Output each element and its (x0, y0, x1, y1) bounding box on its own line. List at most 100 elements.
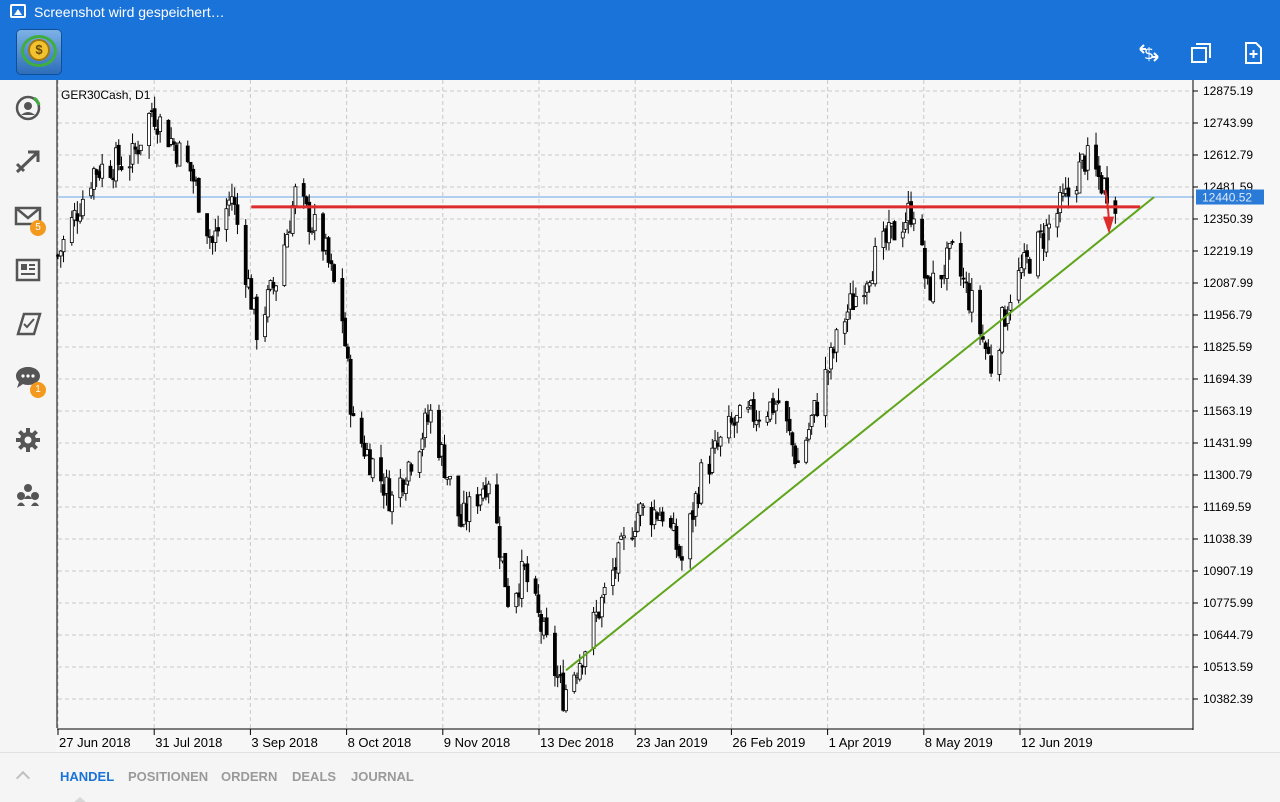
candle-body (986, 346, 991, 354)
new-document-icon[interactable] (1240, 40, 1266, 66)
tab-journal[interactable]: JOURNAL (351, 769, 414, 784)
chevron-up-icon[interactable] (15, 770, 31, 786)
candle-body (751, 399, 756, 422)
metatrader-logo-icon[interactable]: $ (16, 29, 62, 75)
candle-body (1077, 161, 1082, 194)
price-tick-label: 10513.59 (1203, 660, 1253, 674)
status-text: Screenshot wird gespeichert… (34, 4, 225, 20)
candle-body (191, 168, 196, 182)
current-price-marker: 12440.52 (1196, 189, 1264, 205)
candle-body (503, 552, 508, 588)
community-icon[interactable] (14, 480, 42, 508)
mail-badge: 5 (30, 220, 46, 236)
candle-body (787, 418, 792, 432)
time-tick-label: 9 Nov 2018 (444, 735, 511, 750)
tab-handel[interactable]: HANDEL (60, 769, 114, 784)
candle-body (442, 444, 447, 479)
time-tick-label: 13 Dec 2018 (540, 735, 614, 750)
windows-icon[interactable] (1188, 40, 1214, 66)
candle-body (1096, 165, 1101, 178)
symbol-label: GER30Cash, D1 (61, 88, 151, 102)
price-tick-label: 10382.39 (1203, 692, 1253, 706)
candle-body (978, 289, 982, 335)
candle-body (69, 217, 74, 243)
currency-exchange-icon[interactable]: $ (1136, 40, 1162, 66)
candle-body (345, 346, 350, 359)
candle-body (1027, 258, 1032, 274)
candle-body (265, 289, 270, 318)
candle-body (119, 166, 124, 171)
candle-body (177, 142, 182, 167)
candle-body (1016, 270, 1021, 301)
candle (503, 552, 508, 588)
price-tick-label: 12087.99 (1203, 276, 1253, 290)
candle-body (152, 108, 157, 127)
candle-body (950, 241, 955, 243)
candle-body (263, 314, 267, 338)
candle-body (486, 483, 491, 495)
tab-ordern[interactable]: ORDERN (221, 769, 277, 784)
candle-body (495, 484, 499, 524)
trade-icon[interactable] (14, 148, 42, 176)
candle-body (969, 290, 974, 313)
candle-body (332, 264, 336, 282)
candle-body (326, 237, 331, 263)
screenshot-icon (10, 4, 26, 18)
candle-body (958, 243, 963, 277)
price-tick-label: 10644.79 (1203, 628, 1253, 642)
sidebar: 5 1 (0, 80, 56, 752)
candle-body (599, 596, 604, 618)
candle-body (873, 246, 878, 285)
candle-body (282, 244, 287, 286)
time-tick-label: 1 Apr 2019 (829, 735, 892, 750)
candle-body (213, 230, 218, 243)
candle-body (945, 247, 949, 279)
candle (1027, 256, 1032, 274)
candle-body (622, 535, 626, 539)
candle-body (900, 231, 905, 239)
news-icon[interactable] (14, 256, 42, 284)
candle-body (172, 141, 176, 145)
tab-deals[interactable]: DEALS (292, 769, 336, 784)
candle-body (1055, 213, 1060, 228)
candle-body (1025, 250, 1029, 257)
candle-body (147, 112, 152, 147)
quotes-icon[interactable] (14, 94, 42, 122)
candle-body (456, 475, 461, 517)
candle-body (1036, 231, 1040, 277)
price-tick-label: 11563.19 (1203, 404, 1252, 418)
candle-body (133, 146, 138, 150)
candle-body (417, 451, 422, 473)
candle-body (519, 561, 524, 599)
settings-icon[interactable] (14, 426, 42, 454)
candle-body (964, 281, 969, 284)
candle (737, 403, 742, 419)
candle-body (602, 587, 607, 596)
candle-body (78, 215, 82, 222)
candle-body (1044, 225, 1049, 253)
time-tick-label: 23 Jan 2019 (636, 735, 708, 750)
time-tick-label: 26 Feb 2019 (732, 735, 805, 750)
candle-body (205, 213, 209, 237)
candle-body (553, 632, 557, 676)
candle-body (127, 166, 132, 169)
candle-body (555, 675, 560, 678)
candle-body (254, 296, 259, 341)
price-tick-label: 12875.19 (1203, 84, 1253, 98)
candle-body (845, 311, 850, 320)
candle-body (138, 144, 143, 151)
tab-positionen[interactable]: POSITIONEN (128, 769, 208, 784)
price-tick-label: 11300.79 (1203, 468, 1252, 482)
candle-body (790, 432, 795, 446)
candle-body (290, 205, 295, 234)
candle-body (235, 204, 240, 225)
tradays-icon[interactable] (14, 310, 42, 338)
price-chart[interactable]: 12875.1912743.9912612.7912481.5912350.39… (56, 80, 1280, 752)
candle-body (158, 116, 163, 132)
candle-body (428, 409, 433, 423)
candle-body (420, 438, 425, 450)
candle-body (525, 563, 530, 583)
candle-body (633, 531, 637, 537)
candle-body (773, 403, 778, 412)
price-tick-label: 11431.99 (1203, 436, 1252, 450)
